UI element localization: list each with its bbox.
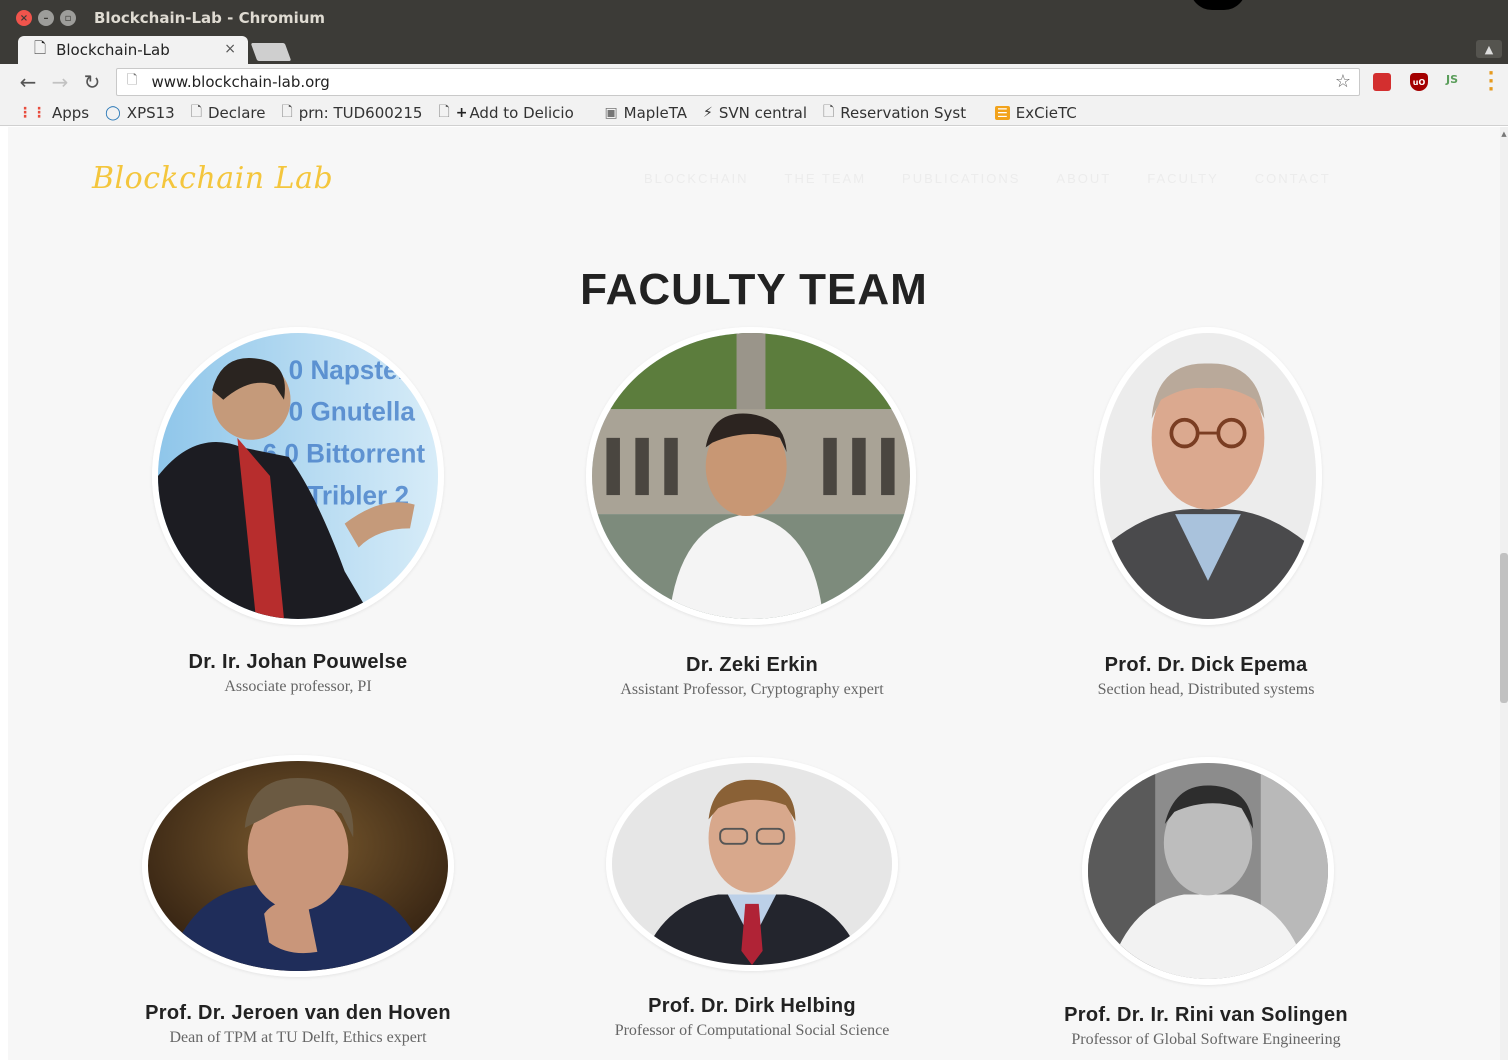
member-name: Prof. Dr. Dick Epema — [1104, 654, 1308, 676]
bookmark-declare[interactable]: 🗋 Declare — [191, 101, 266, 125]
member-photo — [586, 327, 916, 625]
bookmark-exciet[interactable]: ☰ ExCieTC — [995, 104, 1077, 122]
bookmark-label: XPS13 — [126, 103, 175, 122]
bookmark-label: Add to Delicio — [469, 103, 574, 122]
bookmarks-bar: ⋮⋮ Apps ◯ XPS13 🗋 Declare 🗋 prn: TUD6002… — [0, 100, 1508, 126]
bookmark-delicious[interactable]: 🗋 + Add to Delicio — [438, 101, 588, 125]
dell-icon: ◯ — [105, 104, 121, 121]
nav-publications[interactable]: PUBLICATIONS — [902, 171, 1020, 186]
window-controls: × – ▫ — [16, 10, 76, 26]
member-name: Dr. Ir. Johan Pouwelse — [188, 651, 408, 673]
member-photo — [606, 757, 898, 971]
reload-button[interactable]: ↻ — [76, 70, 108, 94]
web-page: Blockchain Lab BLOCKCHAIN THE TEAM PUBLI… — [8, 127, 1500, 1060]
forward-button[interactable]: → — [44, 70, 76, 94]
outdoor-portrait-photo — [592, 333, 910, 619]
extension-lastpass-icon[interactable] — [1373, 73, 1391, 91]
bookmark-apps[interactable]: ⋮⋮ Apps — [18, 104, 89, 122]
bookmark-xps13[interactable]: ◯ XPS13 — [105, 104, 175, 122]
camera-notch — [1190, 0, 1246, 10]
window-titlebar: × – ▫ Blockchain-Lab - Chromium — [0, 0, 1508, 36]
scroll-up-arrow-icon[interactable]: ▲ — [1500, 130, 1508, 138]
member-photo — [142, 755, 454, 977]
slide-text-1: 0 Napster — [289, 355, 408, 385]
bookmark-star-icon[interactable]: ☆ — [1335, 71, 1351, 92]
formal-portrait-photo — [612, 763, 892, 965]
extension-js-icon[interactable]: JS — [1446, 73, 1464, 91]
member-name: Prof. Dr. Ir. Rini van Solingen — [1064, 1004, 1348, 1026]
minimize-window-button[interactable]: – — [38, 10, 54, 26]
bookmark-reservation[interactable]: 🗋 Reservation Syst — [823, 101, 979, 125]
bookmark-label: Reservation Syst — [840, 103, 967, 122]
nav-contact[interactable]: CONTACT — [1255, 171, 1331, 186]
member-photo — [1094, 327, 1322, 625]
window-title: Blockchain-Lab - Chromium — [94, 9, 326, 27]
nav-faculty[interactable]: FACULTY — [1147, 171, 1219, 186]
url-text[interactable]: www.blockchain-lab.org — [151, 73, 329, 91]
new-tab-button[interactable] — [250, 43, 292, 61]
presenter-photo: 0 Napster 0 Gnutella 6.0 Bittorrent Trib… — [158, 333, 438, 619]
tab-label: Blockchain-Lab — [56, 41, 170, 59]
member-role: Professor of Computational Social Scienc… — [614, 1022, 890, 1039]
bookmark-svn[interactable]: ⚡ SVN central — [703, 104, 807, 122]
bookmark-prn[interactable]: 🗋 prn: TUD600215 — [281, 101, 422, 125]
excie-icon: ☰ — [995, 105, 1010, 120]
member-name: Dr. Zeki Erkin — [685, 654, 819, 676]
tab-blockchain-lab[interactable]: 🗋 Blockchain-Lab × — [18, 36, 248, 64]
studio-portrait-photo — [1100, 333, 1316, 619]
tab-strip: 🗋 Blockchain-Lab × ▲ — [0, 36, 1508, 64]
extension-ublock-icon[interactable]: uO — [1410, 73, 1428, 91]
member-name: Prof. Dr. Dirk Helbing — [648, 995, 856, 1017]
member-name: Prof. Dr. Jeroen van den Hoven — [145, 1002, 451, 1024]
member-role: Assistant Professor, Cryptography expert — [620, 681, 884, 698]
page-icon: 🗋 — [281, 103, 293, 120]
bookmark-label: Declare — [208, 103, 266, 122]
bookmark-label: prn: TUD600215 — [298, 103, 423, 122]
slide-text-2: 0 Gnutella — [289, 396, 416, 426]
nav-blockchain[interactable]: BLOCKCHAIN — [644, 171, 749, 186]
nav-about[interactable]: ABOUT — [1056, 171, 1111, 186]
bookmark-label: Apps — [52, 103, 90, 122]
bookmark-label: SVN central — [718, 103, 807, 122]
back-button[interactable]: ← — [12, 70, 44, 94]
page-icon: 🗋 — [823, 103, 835, 120]
svn-icon: ⚡ — [702, 104, 713, 121]
section-title: FACULTY TEAM — [580, 265, 928, 314]
bw-portrait-photo — [1088, 763, 1328, 979]
page-icon: 🗋 — [34, 38, 47, 57]
bookmark-label: MapleTA — [623, 103, 687, 122]
page-scrollbar-thumb[interactable] — [1500, 553, 1508, 703]
member-role: Dean of TPM at TU Delft, Ethics expert — [169, 1029, 427, 1046]
nav-the-team[interactable]: THE TEAM — [785, 171, 867, 186]
profile-icon[interactable]: ▲ — [1476, 40, 1502, 58]
bookmark-mapleta[interactable]: ▣ MapleTA — [604, 104, 687, 122]
member-role: Professor of Global Software Engineering — [1071, 1031, 1341, 1048]
member-photo: 0 Napster 0 Gnutella 6.0 Bittorrent Trib… — [152, 327, 444, 625]
site-nav: BLOCKCHAIN THE TEAM PUBLICATIONS ABOUT F… — [644, 171, 1331, 186]
close-window-button[interactable]: × — [16, 10, 32, 26]
thinking-portrait-photo — [148, 761, 448, 971]
site-logo[interactable]: Blockchain Lab — [92, 161, 333, 196]
page-icon: 🗋 — [438, 103, 450, 120]
member-role: Associate professor, PI — [224, 678, 372, 695]
image-icon: ▣ — [604, 104, 618, 121]
close-tab-icon[interactable]: × — [224, 41, 236, 57]
address-bar[interactable]: 🗋 www.blockchain-lab.org ☆ — [116, 68, 1360, 96]
member-role: Section head, Distributed systems — [1097, 681, 1315, 698]
plus-icon: + — [455, 104, 468, 121]
page-icon: 🗋 — [190, 103, 202, 120]
browser-toolbar: ← → ↻ 🗋 www.blockchain-lab.org ☆ uO JS ·… — [0, 64, 1508, 100]
apps-grid-icon: ⋮⋮ — [18, 104, 46, 121]
chrome-menu-icon[interactable]: · · · — [1486, 65, 1496, 99]
page-info-icon[interactable]: 🗋 — [127, 71, 137, 93]
bookmark-label: ExCieTC — [1015, 103, 1077, 122]
member-photo — [1082, 757, 1334, 985]
maximize-window-button[interactable]: ▫ — [60, 10, 76, 26]
